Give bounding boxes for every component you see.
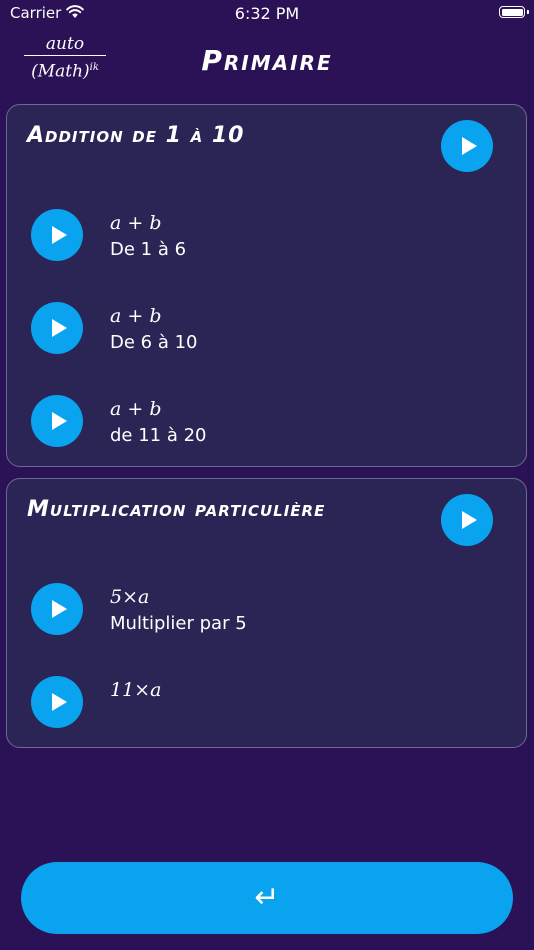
play-item-button[interactable] xyxy=(31,209,83,261)
play-section-button[interactable] xyxy=(441,494,493,546)
play-icon xyxy=(52,226,67,244)
item-formula: a + b xyxy=(110,398,162,420)
item-formula: a + b xyxy=(110,305,162,327)
play-icon xyxy=(462,137,477,155)
play-icon xyxy=(462,511,477,529)
play-icon xyxy=(52,600,67,618)
play-item-button[interactable] xyxy=(31,676,83,728)
section-card-addition: Addition de 1 à 10 a + b De 1 à 6 a + b … xyxy=(6,104,527,467)
status-time: 6:32 PM xyxy=(234,4,300,23)
item-formula: a + b xyxy=(110,212,162,234)
item-label: Multiplier par 5 xyxy=(110,613,247,634)
item-formula: 11×a xyxy=(110,679,162,701)
status-bar: Carrier 6:32 PM xyxy=(0,0,534,28)
back-button[interactable]: ↵ xyxy=(21,862,513,934)
section-card-multiplication: Multiplication particulière 5×a Multipli… xyxy=(6,478,527,748)
item-formula: 5×a xyxy=(110,586,150,608)
play-item-button[interactable] xyxy=(31,583,83,635)
item-label: de 11 à 20 xyxy=(110,425,207,446)
play-item-button[interactable] xyxy=(31,395,83,447)
section-title: Multiplication particulière xyxy=(27,497,326,522)
item-label: De 6 à 10 xyxy=(110,332,198,353)
play-section-button[interactable] xyxy=(441,120,493,172)
item-label: De 1 à 6 xyxy=(110,239,187,260)
return-arrow-icon: ↵ xyxy=(254,880,280,915)
play-icon xyxy=(52,319,67,337)
battery-icon xyxy=(499,6,529,18)
section-title: Addition de 1 à 10 xyxy=(27,123,245,148)
page-title: Primaire xyxy=(201,44,333,77)
play-item-button[interactable] xyxy=(31,302,83,354)
play-icon xyxy=(52,412,67,430)
play-icon xyxy=(52,693,67,711)
